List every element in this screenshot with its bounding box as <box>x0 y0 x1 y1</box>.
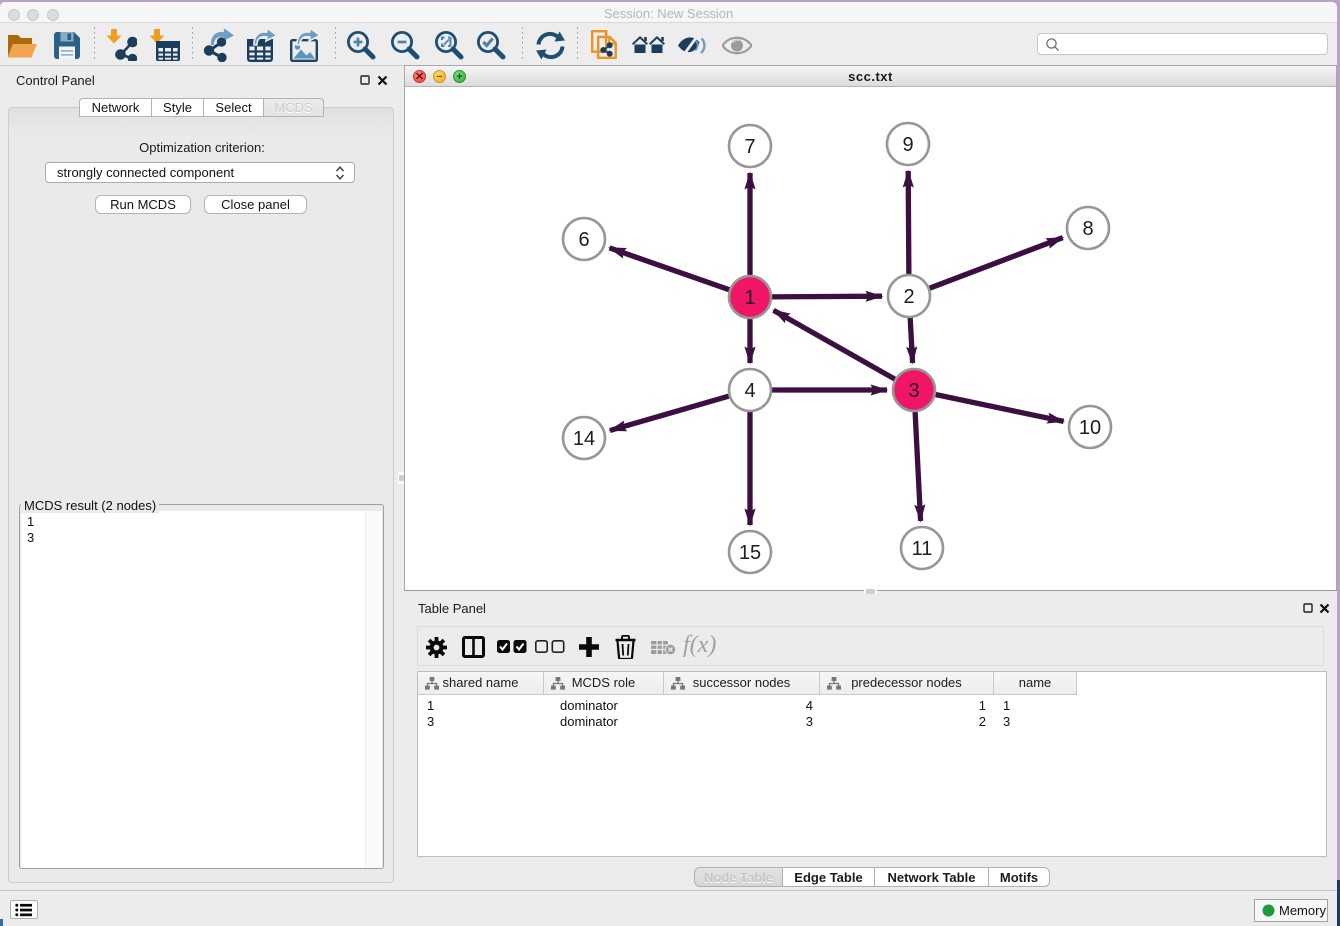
svg-text:2: 2 <box>903 286 914 308</box>
svg-text:4: 4 <box>744 380 755 402</box>
svg-text:14: 14 <box>573 428 595 450</box>
svg-text:7: 7 <box>744 136 755 158</box>
svg-text:3: 3 <box>908 380 919 402</box>
svg-text:9: 9 <box>902 134 913 156</box>
svg-text:8: 8 <box>1082 218 1093 240</box>
svg-text:11: 11 <box>912 538 933 560</box>
svg-text:15: 15 <box>739 542 761 564</box>
svg-text:1: 1 <box>744 287 755 309</box>
svg-text:6: 6 <box>578 229 589 251</box>
svg-text:10: 10 <box>1079 417 1101 439</box>
